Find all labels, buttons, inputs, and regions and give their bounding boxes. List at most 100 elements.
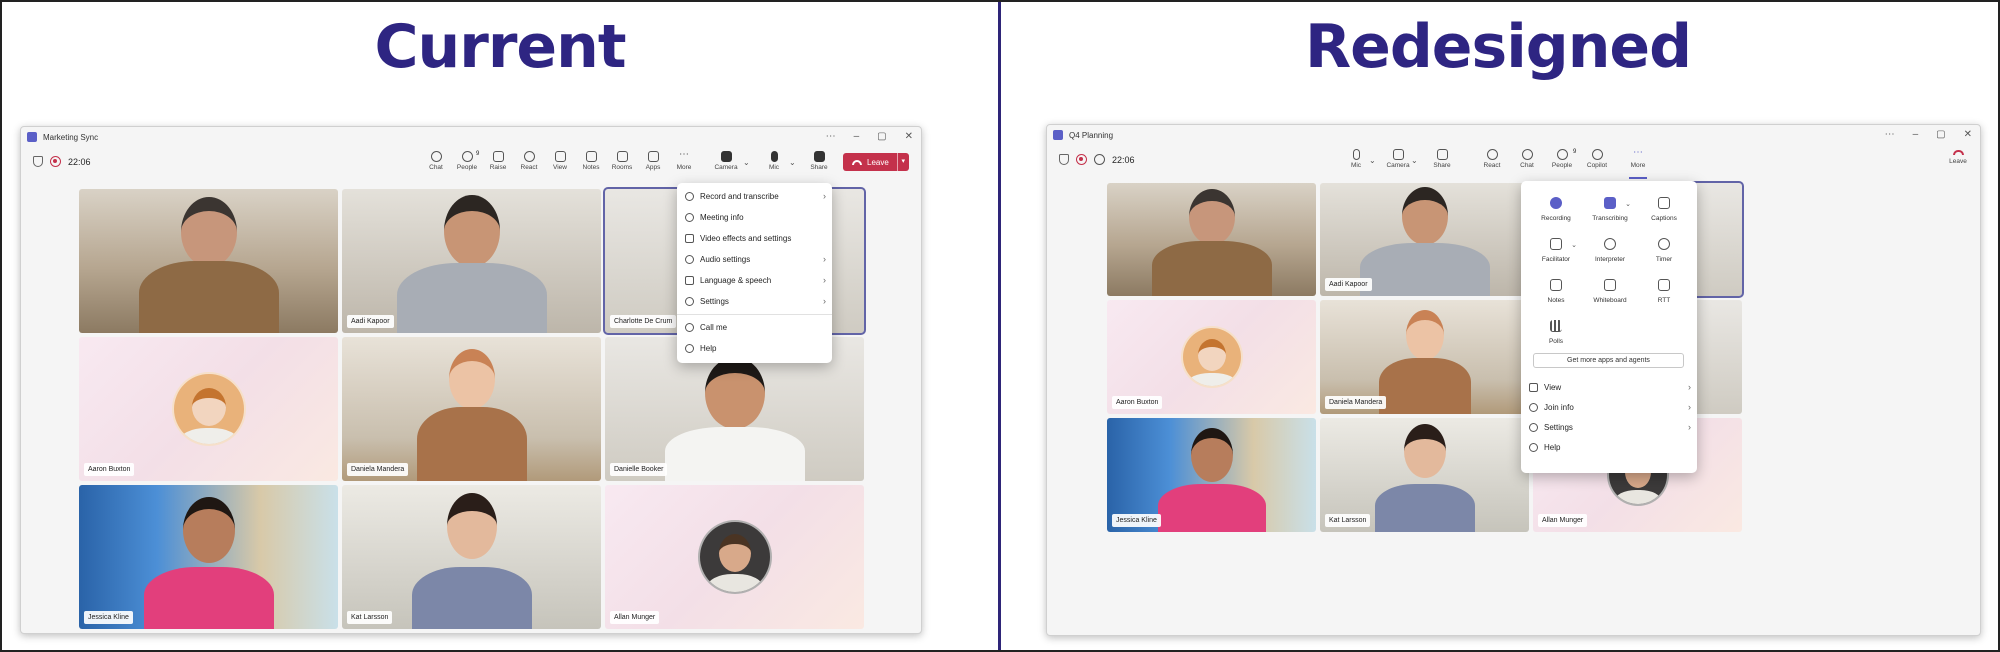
menu-item-record[interactable]: Record and transcribe › bbox=[677, 186, 832, 207]
facilitator-icon bbox=[1550, 238, 1562, 250]
menu-item-join-info[interactable]: Join info › bbox=[1521, 397, 1697, 417]
recording-icon bbox=[50, 156, 61, 167]
leave-button[interactable]: Leave bbox=[1943, 147, 1973, 165]
menu-item-help[interactable]: Help bbox=[677, 338, 832, 359]
close-icon[interactable]: ✕ bbox=[1964, 129, 1972, 140]
video-tile[interactable]: Daniela Mandera bbox=[1320, 300, 1529, 414]
people-icon bbox=[1556, 149, 1568, 160]
chevron-down-icon[interactable]: ⌄ bbox=[789, 158, 796, 167]
toolbar-mic[interactable]: Mic bbox=[759, 149, 789, 171]
view-icon bbox=[554, 151, 566, 162]
video-tile[interactable]: Aadi Kapoor bbox=[1320, 183, 1529, 296]
chevron-down-icon[interactable]: ▾ bbox=[896, 153, 909, 171]
speaker-icon bbox=[685, 255, 694, 264]
menu-item-meeting-info[interactable]: Meeting info bbox=[677, 207, 832, 228]
grid-item-captions[interactable]: Captions bbox=[1637, 191, 1691, 222]
toolbar-more[interactable]: ⋯ More bbox=[1623, 147, 1653, 169]
video-tile[interactable]: Aaron Buxton bbox=[1107, 300, 1316, 414]
mic-icon bbox=[770, 151, 778, 162]
menu-item-video-effects[interactable]: Video effects and settings bbox=[677, 228, 832, 249]
grid-item-facilitator[interactable]: Facilitator ⌄ bbox=[1529, 232, 1583, 263]
video-tile[interactable]: Jessica Kline bbox=[79, 485, 338, 629]
toolbar-view[interactable]: View bbox=[545, 149, 575, 171]
leave-button[interactable]: Leave ▾ bbox=[843, 153, 909, 171]
maximize-icon[interactable]: ▢ bbox=[1936, 129, 1945, 140]
maximize-icon[interactable]: ▢ bbox=[877, 131, 886, 142]
toolbar-chat[interactable]: Chat bbox=[421, 149, 451, 171]
toolbar-react[interactable]: React bbox=[1477, 147, 1507, 169]
grid-item-transcribing[interactable]: Transcribing ⌄ bbox=[1583, 191, 1637, 222]
video-tile[interactable]: Aaron Buxton bbox=[79, 337, 338, 481]
menu-item-call-me[interactable]: Call me bbox=[677, 317, 832, 338]
teams-meeting-window: Q4 Planning ⋯ – ▢ ✕ 22:06 Mic ⌄ Camera ⌄… bbox=[1046, 124, 1981, 636]
participant-name: Aadi Kapoor bbox=[347, 315, 394, 328]
chevron-down-icon[interactable]: ⌄ bbox=[1411, 156, 1418, 165]
chevron-down-icon[interactable]: ⌄ bbox=[1369, 156, 1376, 165]
more-options-icon[interactable]: ⋯ bbox=[1885, 129, 1895, 140]
participant-video bbox=[396, 189, 547, 333]
grid-item-recording[interactable]: Recording bbox=[1529, 191, 1583, 222]
menu-item-language[interactable]: Language & speech › bbox=[677, 270, 832, 291]
video-tile[interactable]: Allan Munger bbox=[605, 485, 864, 629]
chevron-right-icon: › bbox=[1688, 382, 1691, 392]
toolbar-camera[interactable]: Camera bbox=[711, 149, 741, 171]
participant-video bbox=[397, 337, 547, 481]
phone-icon bbox=[685, 323, 694, 332]
get-more-apps-button[interactable]: Get more apps and agents bbox=[1533, 353, 1684, 368]
menu-item-view[interactable]: View › bbox=[1521, 377, 1697, 397]
chevron-down-icon[interactable]: ⌄ bbox=[1571, 241, 1577, 249]
window-title: Q4 Planning bbox=[1069, 130, 1114, 140]
grid-item-notes[interactable]: Notes bbox=[1529, 273, 1583, 304]
more-options-icon[interactable]: ⋯ bbox=[826, 131, 836, 142]
video-tile[interactable] bbox=[79, 189, 338, 333]
people-icon bbox=[461, 151, 473, 162]
menu-item-settings[interactable]: Settings › bbox=[1521, 417, 1697, 437]
video-tile[interactable] bbox=[1107, 183, 1316, 296]
meeting-toolbar: 22:06 Mic ⌄ Camera ⌄ Share React Chat Pe… bbox=[1047, 145, 1980, 179]
toolbar-apps[interactable]: Apps bbox=[638, 149, 668, 171]
menu-item-help[interactable]: Help bbox=[1521, 437, 1697, 457]
chevron-down-icon[interactable]: ⌄ bbox=[1625, 200, 1631, 208]
window-title: Marketing Sync bbox=[43, 132, 99, 142]
grid-item-whiteboard[interactable]: Whiteboard bbox=[1583, 273, 1637, 304]
chevron-down-icon[interactable]: ⌄ bbox=[743, 158, 750, 167]
camera-icon bbox=[1392, 149, 1404, 160]
toolbar-notes[interactable]: Notes bbox=[576, 149, 606, 171]
video-tile[interactable]: Daniela Mandera bbox=[342, 337, 601, 481]
toolbar-more[interactable]: ⋯ More bbox=[669, 149, 699, 171]
grid-item-rtt[interactable]: RTT bbox=[1637, 273, 1691, 304]
participant-name: Allan Munger bbox=[1538, 514, 1588, 527]
notes-icon bbox=[585, 151, 597, 162]
toolbar-share[interactable]: Share bbox=[804, 149, 834, 171]
participant-video bbox=[134, 189, 284, 333]
menu-item-settings[interactable]: Settings › bbox=[677, 291, 832, 312]
toolbar-share[interactable]: Share bbox=[1427, 147, 1457, 169]
chevron-right-icon: › bbox=[1688, 422, 1691, 432]
video-tile[interactable]: Aadi Kapoor bbox=[342, 189, 601, 333]
toolbar-raise[interactable]: Raise bbox=[483, 149, 513, 171]
menu-item-audio-settings[interactable]: Audio settings › bbox=[677, 249, 832, 270]
toolbar-mic[interactable]: Mic bbox=[1341, 147, 1371, 169]
close-icon[interactable]: ✕ bbox=[905, 131, 913, 142]
chevron-right-icon: › bbox=[823, 296, 826, 306]
language-icon bbox=[685, 276, 694, 285]
video-tile[interactable]: Kat Larsson bbox=[1320, 418, 1529, 532]
grid-item-polls[interactable]: Polls bbox=[1529, 314, 1583, 345]
grid-item-interpreter[interactable]: Interpreter bbox=[1583, 232, 1637, 263]
more-menu: Record and transcribe › Meeting info Vide… bbox=[677, 183, 832, 363]
toolbar-chat[interactable]: Chat bbox=[1512, 147, 1542, 169]
toolbar-copilot[interactable]: Copilot bbox=[1582, 147, 1612, 169]
interpreter-icon bbox=[1604, 238, 1616, 250]
video-tile[interactable]: Kat Larsson bbox=[342, 485, 601, 629]
comparison-figure: Current Marketing Sync ⋯ – ▢ ✕ 22:06 Cha… bbox=[0, 0, 2000, 652]
minimize-icon[interactable]: – bbox=[1913, 129, 1919, 140]
chevron-right-icon: › bbox=[1688, 402, 1691, 412]
participant-video bbox=[134, 485, 284, 629]
minimize-icon[interactable]: – bbox=[854, 131, 860, 142]
toolbar-camera[interactable]: Camera bbox=[1383, 147, 1413, 169]
grid-item-timer[interactable]: Timer bbox=[1637, 232, 1691, 263]
video-tile[interactable]: Jessica Kline bbox=[1107, 418, 1316, 532]
toolbar-rooms[interactable]: Rooms bbox=[607, 149, 637, 171]
more-icon: ⋯ bbox=[1633, 147, 1643, 158]
toolbar-react[interactable]: React bbox=[514, 149, 544, 171]
